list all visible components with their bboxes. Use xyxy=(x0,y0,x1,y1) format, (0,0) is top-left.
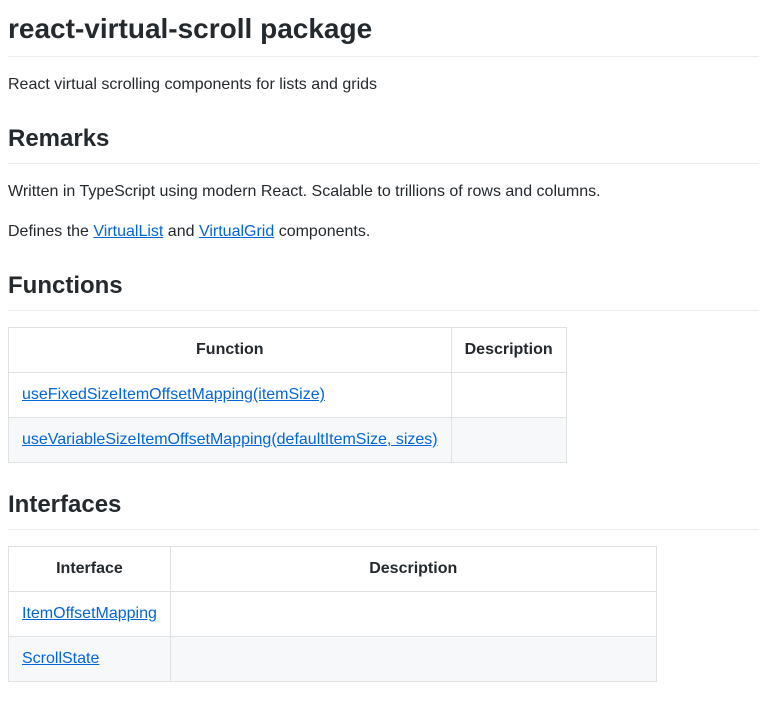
functions-table: Function Description useFixedSizeItemOff… xyxy=(8,327,759,463)
table-row: ItemOffsetMapping xyxy=(9,592,657,637)
function-link[interactable]: useFixedSizeItemOffsetMapping(itemSize) xyxy=(22,386,325,403)
function-description xyxy=(451,373,566,418)
table-row: ScrollState xyxy=(9,637,657,682)
virtualgrid-link[interactable]: VirtualGrid xyxy=(199,223,274,240)
interface-description xyxy=(170,637,656,682)
remarks-paragraph-1: Written in TypeScript using modern React… xyxy=(8,180,759,204)
function-link[interactable]: useVariableSizeItemOffsetMapping(default… xyxy=(22,431,438,448)
functions-col-description: Description xyxy=(451,328,566,373)
functions-col-function: Function xyxy=(9,328,452,373)
remarks-paragraph-2: Defines the VirtualList and VirtualGrid … xyxy=(8,220,759,244)
remarks-text-pre: Defines the xyxy=(8,223,93,240)
remarks-heading: Remarks xyxy=(8,121,759,164)
interfaces-heading: Interfaces xyxy=(8,487,759,530)
virtuallist-link[interactable]: VirtualList xyxy=(93,223,163,240)
remarks-text-mid: and xyxy=(163,223,199,240)
interface-link[interactable]: ScrollState xyxy=(22,650,99,667)
functions-heading: Functions xyxy=(8,268,759,311)
table-row: useFixedSizeItemOffsetMapping(itemSize) xyxy=(9,373,567,418)
remarks-text-post: components. xyxy=(274,223,370,240)
interface-link[interactable]: ItemOffsetMapping xyxy=(22,605,157,622)
interfaces-col-description: Description xyxy=(170,547,656,592)
interfaces-col-interface: Interface xyxy=(9,547,171,592)
intro-paragraph: React virtual scrolling components for l… xyxy=(8,73,759,97)
interfaces-table: Interface Description ItemOffsetMapping … xyxy=(8,546,759,682)
table-row: useVariableSizeItemOffsetMapping(default… xyxy=(9,418,567,463)
function-description xyxy=(451,418,566,463)
page-title: react-virtual-scroll package xyxy=(8,8,759,57)
interface-description xyxy=(170,592,656,637)
